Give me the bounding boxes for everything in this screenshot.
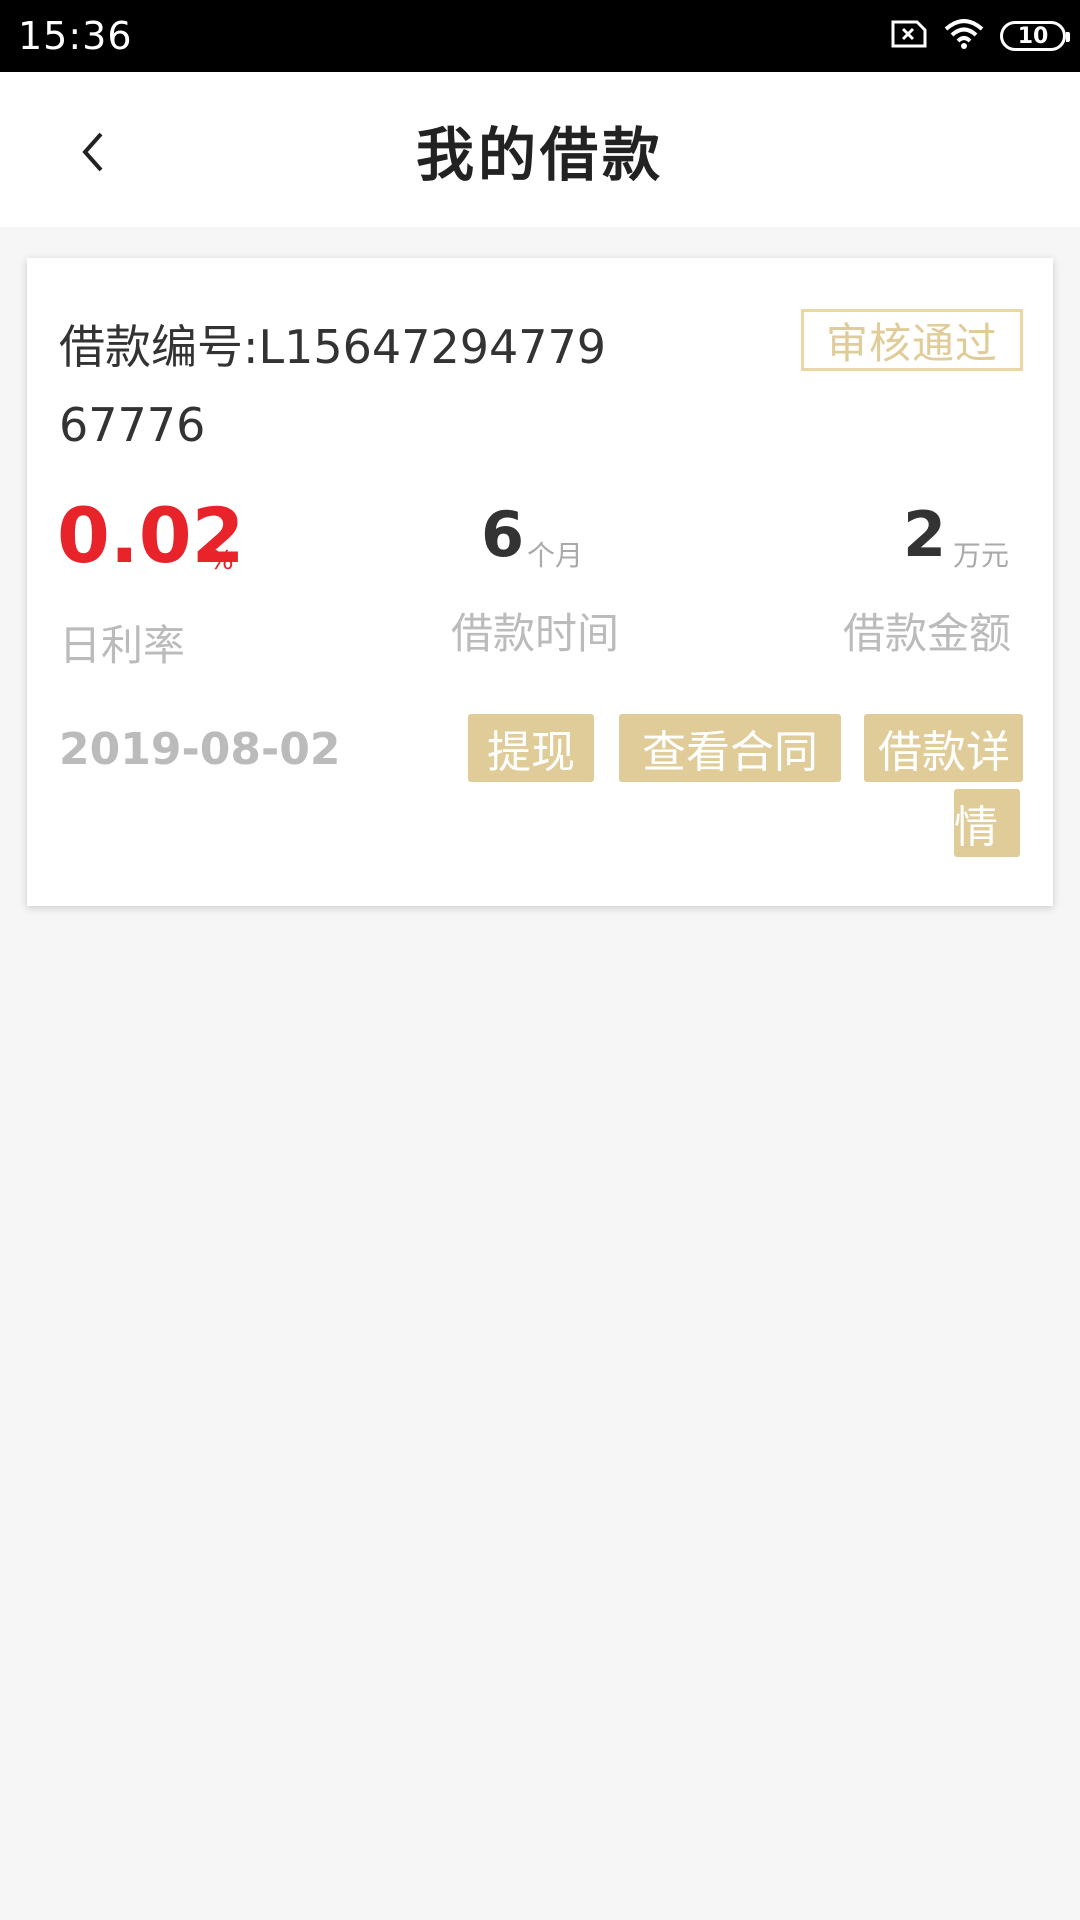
battery-level: 10	[1017, 23, 1049, 49]
status-badge: 审核通过	[801, 309, 1023, 371]
loan-number: 借款编号:L1564729477967776	[59, 320, 607, 452]
loan-term-label: 借款时间	[451, 609, 620, 658]
withdraw-button[interactable]: 提现	[468, 714, 594, 782]
view-contract-button[interactable]: 查看合同	[619, 714, 841, 782]
loan-card[interactable]: 借款编号:L1564729477967776 审核通过 0.02 % 日利率 6…	[27, 258, 1053, 906]
loan-detail-button[interactable]: 借款详	[864, 714, 1023, 782]
loan-amount-unit: 万元	[953, 539, 1010, 572]
status-bar: 15:36 10	[0, 0, 1080, 72]
battery-icon: 10	[1000, 21, 1070, 51]
page-title: 我的借款	[415, 121, 664, 189]
status-time: 15:36	[18, 14, 133, 58]
loan-date: 2019-08-02	[59, 724, 341, 775]
loan-amount-label: 借款金额	[843, 609, 1012, 658]
nav-bar: 我的借款	[0, 72, 1080, 227]
daily-rate-unit: %	[209, 546, 234, 576]
status-icons: 10	[890, 16, 1070, 56]
loan-term-unit: 个月	[527, 539, 584, 572]
loan-detail-button-wrap[interactable]: 情	[954, 789, 1020, 857]
loan-amount-value: 2	[903, 498, 947, 571]
wifi-icon	[944, 19, 984, 53]
daily-rate-label: 日利率	[59, 621, 186, 670]
loan-term-value: 6	[481, 498, 525, 571]
sim-card-icon	[890, 19, 928, 53]
